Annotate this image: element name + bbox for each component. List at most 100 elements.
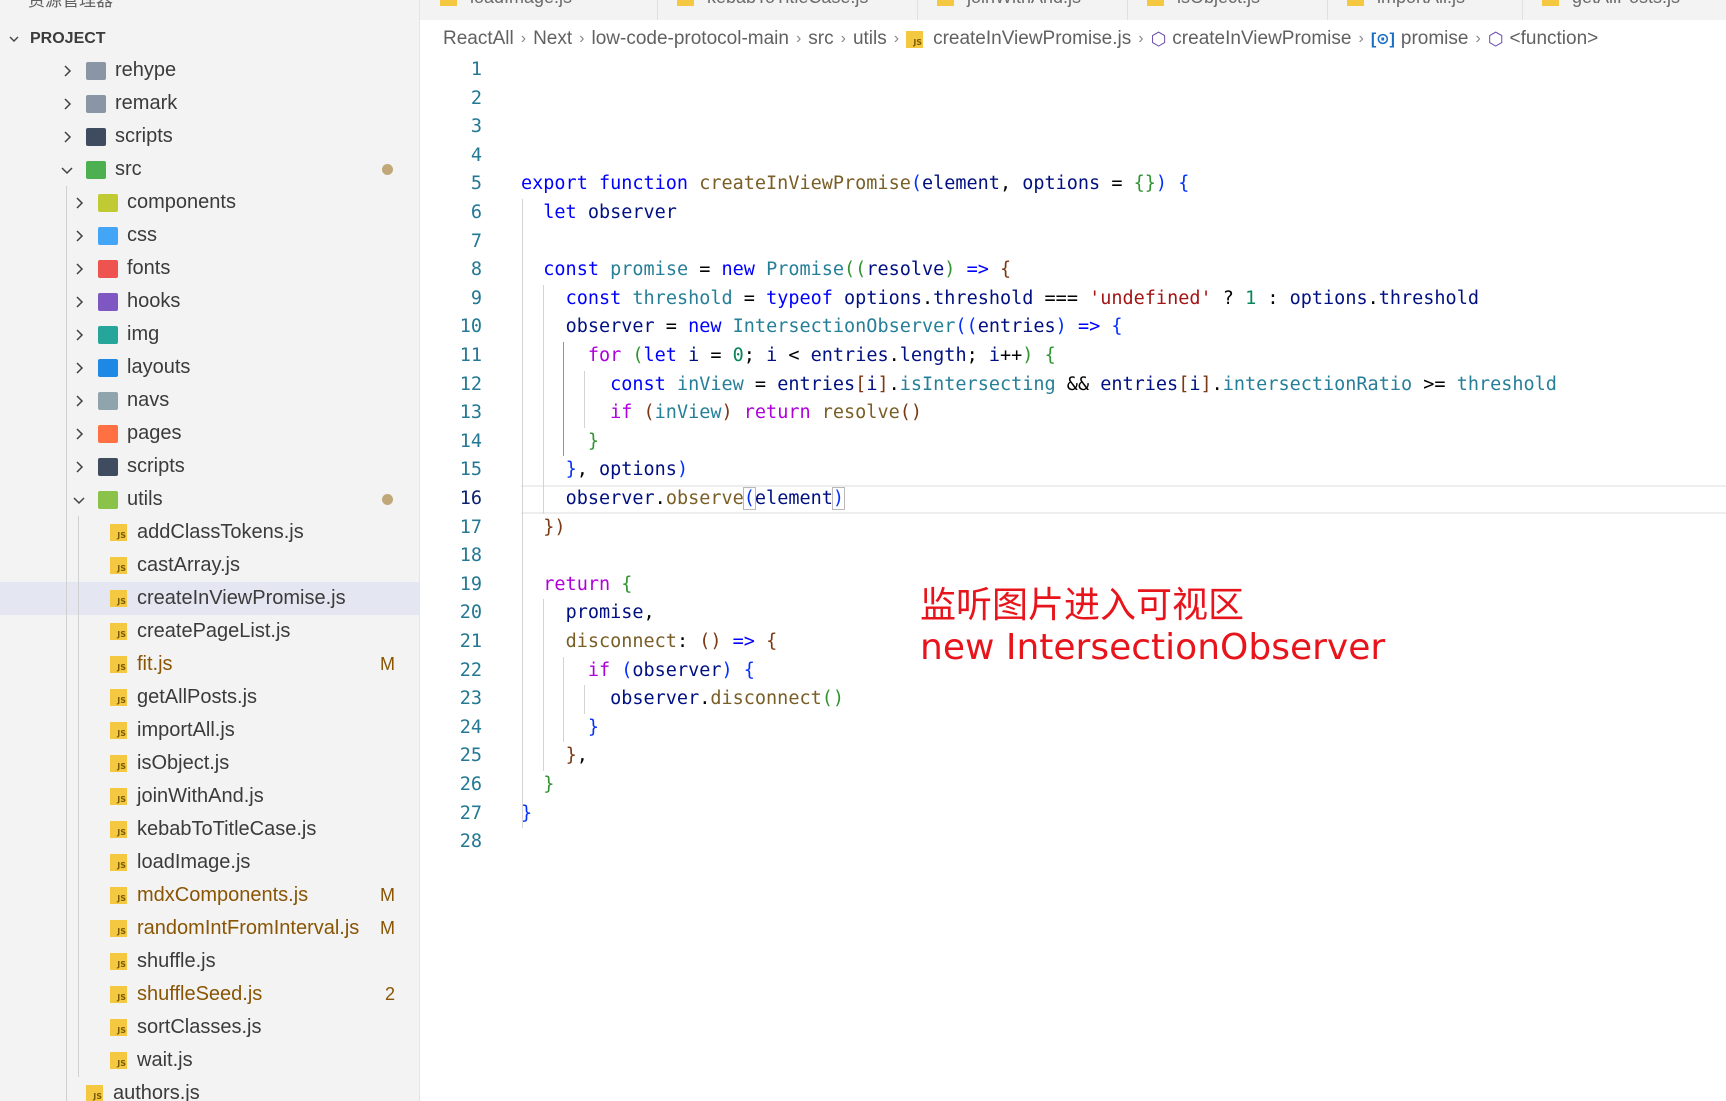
editor-tab-bar: loadImage.js kebabToTitleCase.js joinWithA… [420,0,1726,20]
file-item-loadimage-js[interactable]: JS loadImage.js [0,846,419,879]
variable-icon: [⊙] [1370,31,1395,48]
file-item-authors-js[interactable]: JS authors.js [0,1077,419,1101]
code-indent-guide [584,685,586,714]
code-line[interactable]: 15 }, options) [420,456,1726,485]
tree-item-label: img [127,323,160,345]
code-indent-guide [563,342,565,457]
code-line[interactable]: 3 [420,113,1726,142]
project-section-header[interactable]: PROJECT [0,24,419,54]
tab-isobject-js[interactable]: isObject.js [1127,0,1328,20]
file-item-importall-js[interactable]: JS importAll.js [0,714,419,747]
code-line[interactable]: 4 [420,142,1726,171]
js-file-icon: JS [110,821,127,838]
code-line[interactable]: 18 [420,542,1726,571]
js-file-icon: JS [110,557,127,574]
folder-item-rehype[interactable]: rehype [0,54,419,87]
code-line[interactable]: 6 let observer [420,199,1726,228]
breadcrumb-item[interactable]: createInViewPromise.js [933,28,1131,50]
folder-item-navs[interactable]: navs [0,384,419,417]
folder-item-scripts[interactable]: scripts [0,120,419,153]
file-item-shuffle-js[interactable]: JS shuffle.js [0,945,419,978]
tab-kebabtotitlecase-js[interactable]: kebabToTitleCase.js [657,0,918,20]
code-line[interactable]: 10 observer = new IntersectionObserver((… [420,313,1726,342]
file-item-getallposts-js[interactable]: JS getAllPosts.js [0,681,419,714]
js-file-icon [1347,0,1364,6]
file-item-castarray-js[interactable]: JS castArray.js [0,549,419,582]
file-item-joinwithand-js[interactable]: JS joinWithAnd.js [0,780,419,813]
file-item-createinviewpromise-js[interactable]: JS createInViewPromise.js [0,582,419,615]
file-item-fit-js[interactable]: JS fit.js M [0,648,419,681]
file-item-sortclasses-js[interactable]: JS sortClasses.js [0,1011,419,1044]
code-line[interactable]: 11 for (let i = 0; i < entries.length; i… [420,342,1726,371]
code-line[interactable]: 14 } [420,428,1726,457]
breadcrumb-item[interactable]: src [808,28,833,50]
breadcrumb-item[interactable]: ReactAll [443,28,514,50]
chevron-right-icon: › [840,30,846,47]
folder-item-pages[interactable]: pages [0,417,419,450]
breadcrumb-item[interactable]: <function> [1510,28,1599,50]
line-number: 14 [459,430,482,452]
folder-item-fonts[interactable]: fonts [0,252,419,285]
js-file-icon: JS [110,953,127,970]
code-line[interactable]: 23 observer.disconnect() [420,685,1726,714]
js-file-icon: JS [110,590,127,607]
folder-item-css[interactable]: css [0,219,419,252]
tab-getallposts-js[interactable]: getAllPosts.js [1522,0,1726,20]
code-line[interactable]: 16 observer.observe(element) [420,485,1726,514]
code-line[interactable]: 8 const promise = new Promise((resolve) … [420,256,1726,285]
folder-item-layouts[interactable]: layouts [0,351,419,384]
tab-loadimage-js[interactable]: loadImage.js [420,0,658,20]
breadcrumb-item[interactable]: low-code-protocol-main [591,28,788,50]
code-line[interactable]: 28 [420,828,1726,857]
folder-item-scripts[interactable]: scripts [0,450,419,483]
code-line[interactable]: 26 } [420,771,1726,800]
code-line[interactable]: 2 [420,85,1726,114]
chevron-right-icon: › [1358,30,1364,47]
code-line[interactable]: 13 if (inView) return resolve() [420,399,1726,428]
breadcrumb-item[interactable]: utils [853,28,887,50]
folder-item-img[interactable]: img [0,318,419,351]
folder-item-components[interactable]: components [0,186,419,219]
breadcrumb-item[interactable]: createInViewPromise [1172,28,1351,50]
folder-open-icon [86,160,106,179]
code-text: for (let i = 0; i < entries.length; i++)… [587,345,1056,366]
code-editor[interactable]: 1 2 3 4 5 export function createInViewPromise… [420,56,1726,1101]
code-line[interactable]: 25 }, [420,742,1726,771]
tab-joinwithand-js[interactable]: joinWithAnd.js [917,0,1128,20]
tab-importall-js[interactable]: importAll.js [1327,0,1523,20]
code-text: }, [565,745,588,767]
chevron-down-icon [9,36,19,42]
file-item-isobject-js[interactable]: JS isObject.js [0,747,419,780]
breadcrumb-item[interactable]: Next [533,28,572,50]
js-file-icon [1542,0,1559,6]
tree-item-label: createInViewPromise.js [137,587,346,609]
file-item-mdxcomponents-js[interactable]: JS mdxComponents.js M [0,879,419,912]
line-number: 17 [459,516,482,538]
folder-item-remark[interactable]: remark [0,87,419,120]
js-file-icon [937,0,954,6]
code-line[interactable]: 1 [420,56,1726,85]
code-line[interactable]: 5 export function createInViewPromise(ele… [420,170,1726,199]
file-item-createpagelist-js[interactable]: JS createPageList.js [0,615,419,648]
code-line[interactable]: 7 [420,228,1726,257]
file-item-randomintfrominterval-js[interactable]: JS randomIntFromInterval.js M [0,912,419,945]
line-number: 20 [459,602,482,624]
code-line[interactable]: 12 const inView = entries[i].isIntersect… [420,371,1726,400]
breadcrumb-item[interactable]: promise [1401,28,1469,50]
folder-item-utils[interactable]: utils [0,483,419,516]
code-text: } [543,774,555,795]
code-line[interactable]: 24 } [420,714,1726,743]
folder-item-src[interactable]: src [0,153,419,186]
code-line[interactable]: 9 const threshold = typeof options.thres… [420,285,1726,314]
file-item-wait-js[interactable]: JS wait.js [0,1044,419,1077]
code-line[interactable]: 27} [420,800,1726,829]
file-item-addclasstokens-js[interactable]: JS addClassTokens.js [0,516,419,549]
tree-item-label: scripts [127,455,185,477]
tab-label: loadImage.js [470,0,572,8]
file-item-kebabtotitlecase-js[interactable]: JS kebabToTitleCase.js [0,813,419,846]
chevron-right-icon: › [520,30,527,47]
file-item-shuffleseed-js[interactable]: JS shuffleSeed.js 2 [0,978,419,1011]
folder-item-hooks[interactable]: hooks [0,285,419,318]
code-line[interactable]: 17 }) [420,514,1726,543]
line-number: 1 [470,59,482,80]
